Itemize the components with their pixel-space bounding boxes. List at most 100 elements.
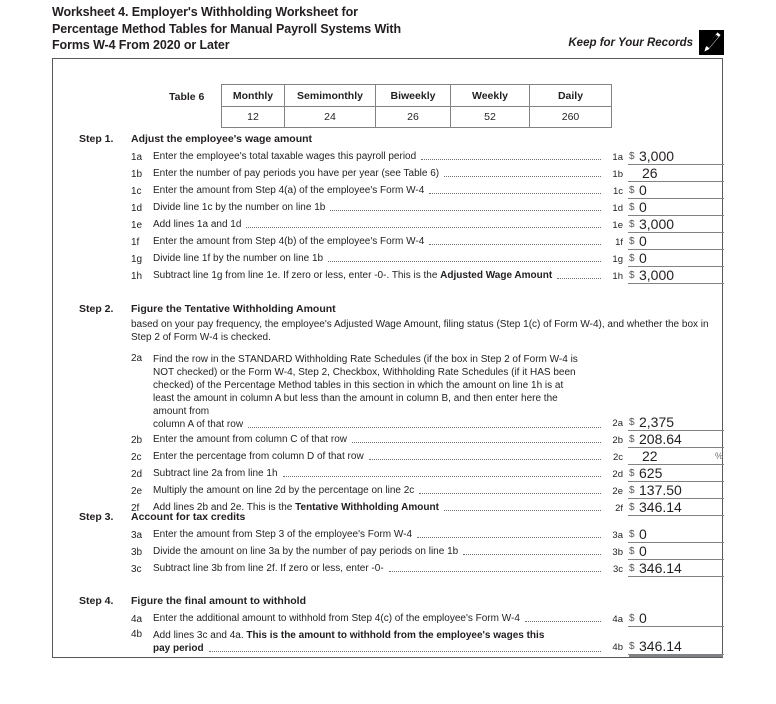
line-3c-number: 3c (612, 564, 623, 575)
line-1a-answer[interactable]: $ 3,000 (628, 148, 724, 165)
line-2b-value: 208.64 (639, 431, 682, 447)
line-2c-answer[interactable]: 22 % (628, 448, 724, 465)
line-2a-answer[interactable]: $ 2,375 (628, 414, 724, 431)
line-3b: 3b Divide the amount on line 3a by the n… (131, 543, 724, 560)
line-1h-text-bold: Adjusted Wage Amount (440, 270, 553, 281)
line-1g-number: 1g (612, 254, 623, 265)
leader-dots (417, 536, 601, 538)
line-1d-number: 1d (612, 203, 623, 214)
step-4-number: Step 4. (79, 595, 114, 607)
line-1d-answer[interactable]: $ 0 (628, 199, 724, 216)
step-2-heading: Step 2. Figure the Tentative Withholding… (79, 303, 724, 315)
line-3b-number: 3b (612, 547, 623, 558)
currency-symbol: $ (629, 236, 635, 247)
step-1-heading: Step 1. Adjust the employee's wage amoun… (79, 133, 724, 145)
currency-symbol: $ (629, 270, 635, 281)
title-line-2: Percentage Method Tables for Manual Payr… (52, 21, 402, 36)
line-4a: 4a Enter the additional amount to withho… (131, 610, 724, 627)
table6-value-row: 12 24 26 52 260 (221, 106, 612, 128)
step-1-title: Adjust the employee's wage amount (131, 133, 313, 145)
line-4b-text-bold: This is the amount to withhold from the … (246, 630, 545, 641)
line-2d-text: Subtract line 2a from line 1h (153, 468, 278, 479)
line-1d-code: 1d (131, 203, 143, 214)
line-3a-answer[interactable]: $ 0 (628, 526, 724, 543)
line-1a-number: 1a (612, 152, 623, 163)
line-1f-code: 1f (131, 237, 140, 248)
leader-dots (351, 441, 601, 443)
line-3a: 3a Enter the amount from Step 3 of the e… (131, 526, 724, 543)
worksheet-header: Worksheet 4. Employer's Withholding Work… (52, 4, 724, 55)
line-3b-value: 0 (639, 543, 647, 559)
line-1b-value: 26 (642, 165, 658, 181)
leader-dots (328, 260, 601, 262)
line-2a-text-block: Find the row in the STANDARD Withholding… (153, 354, 578, 417)
table6-value-semimonthly: 24 (284, 106, 376, 128)
table6-header-daily: Daily (529, 84, 612, 107)
line-3c-answer[interactable]: $ 346.14 (628, 560, 724, 577)
line-3c-text: Subtract line 3b from line 2f. If zero o… (153, 563, 384, 574)
line-4a-number: 4a (612, 614, 623, 625)
step-3-section: Step 3. Account for tax credits 3a Enter… (79, 511, 724, 577)
line-1g-answer[interactable]: $ 0 (628, 250, 724, 267)
line-2d-value: 625 (639, 465, 663, 481)
line-1f-answer[interactable]: $ 0 (628, 233, 724, 250)
line-2e-number: 2e (612, 486, 623, 497)
step-3-number: Step 3. (79, 511, 114, 523)
line-4b-value: 346.14 (639, 638, 682, 654)
line-4a-answer[interactable]: $ 0 (628, 610, 724, 627)
line-2a-number: 2a (612, 418, 623, 429)
line-2b-number: 2b (612, 435, 623, 446)
line-1h: 1h Subtract line 1g from line 1e. If zer… (131, 267, 724, 284)
leader-dots (368, 458, 601, 460)
line-2d-answer[interactable]: $ 625 (628, 465, 724, 482)
currency-symbol: $ (629, 613, 635, 624)
line-3c-code: 3c (131, 564, 142, 575)
line-1e-text: Add lines 1a and 1d (153, 219, 242, 230)
line-1a: 1a Enter the employee's total taxable wa… (131, 148, 724, 165)
line-1b-text: Enter the number of pay periods you have… (153, 168, 440, 179)
leader-dots (388, 570, 601, 572)
line-2d-code: 2d (131, 469, 143, 480)
leader-dots (421, 158, 601, 160)
currency-symbol: $ (629, 641, 635, 652)
line-2e-answer[interactable]: $ 137.50 (628, 482, 724, 499)
line-4b-text-first: Add lines 3c and 4a. This is the amount … (153, 629, 583, 642)
line-1h-answer[interactable]: $ 3,000 (628, 267, 724, 284)
line-1e-code: 1e (131, 220, 143, 231)
line-1c-answer[interactable]: $ 0 (628, 182, 724, 199)
line-4a-code: 4a (131, 614, 143, 625)
line-1c-text: Enter the amount from Step 4(a) of the e… (153, 185, 425, 196)
line-4b-answer[interactable]: $ 346.14 (628, 638, 724, 655)
line-1e-answer[interactable]: $ 3,000 (628, 216, 724, 233)
table6-header-row: Monthly Semimonthly Biweekly Weekly Dail… (221, 84, 612, 107)
line-1b: 1b Enter the number of pay periods you h… (131, 165, 724, 182)
line-1g-value: 0 (639, 250, 647, 266)
line-2c-number: 2c (612, 452, 623, 463)
line-1h-code: 1h (131, 271, 143, 282)
line-2b-text: Enter the amount from column C of that r… (153, 434, 347, 445)
leader-dots (429, 243, 601, 245)
line-2e-text: Multiply the amount on line 2d by the pe… (153, 485, 415, 496)
line-1e-number: 1e (612, 220, 623, 231)
line-2a: 2a Find the row in the STANDARD Withhold… (131, 353, 724, 431)
table6-block: Table 6 Monthly Semimonthly Biweekly Wee… (169, 84, 612, 128)
currency-symbol: $ (629, 202, 635, 213)
line-1h-number: 1h (612, 271, 623, 282)
line-2c: 2c Enter the percentage from column D of… (131, 448, 724, 465)
line-1d-text: Divide line 1c by the number on line 1b (153, 202, 326, 213)
line-2b-answer[interactable]: $ 208.64 (628, 431, 724, 448)
line-4b-code: 4b (131, 629, 143, 640)
table6-header-semimonthly: Semimonthly (284, 84, 376, 107)
line-3c-value: 346.14 (639, 560, 682, 576)
line-3b-answer[interactable]: $ 0 (628, 543, 724, 560)
line-1g-code: 1g (131, 254, 143, 265)
table6-value-weekly: 52 (450, 106, 530, 128)
line-3b-text: Divide the amount on line 3a by the numb… (153, 546, 459, 557)
currency-symbol: $ (629, 253, 635, 264)
currency-symbol: $ (629, 468, 635, 479)
step-2-section: Step 2. Figure the Tentative Withholding… (79, 303, 724, 516)
leader-dots (444, 175, 601, 177)
line-1b-answer[interactable]: 26 (628, 165, 724, 182)
leader-dots (463, 553, 601, 555)
line-2e-value: 137.50 (639, 482, 682, 498)
